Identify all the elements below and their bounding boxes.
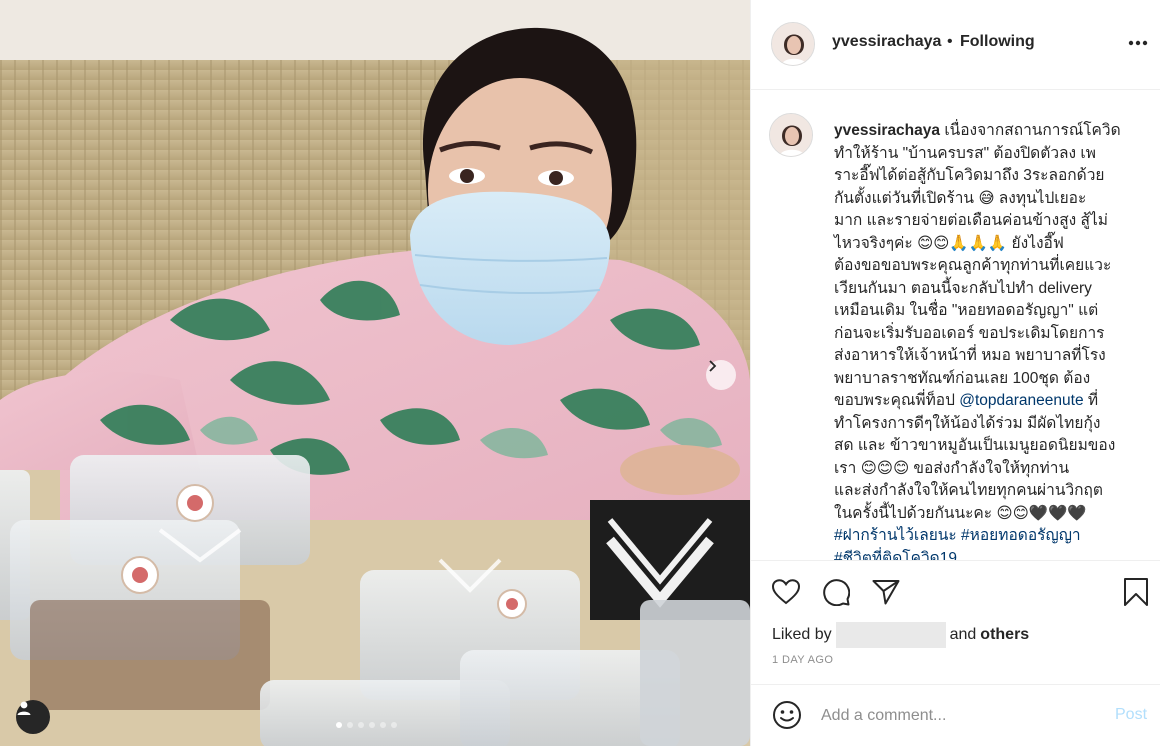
post-username[interactable]: yvessirachaya <box>832 33 941 51</box>
caption-fragment: ที่ <box>1083 392 1099 409</box>
caption-line: เหมือนเดิม ในชื่อ "หอยทอดอรัญญา" แต่ <box>834 302 1099 319</box>
hashtag-link[interactable]: #ชีวิตที่ติดโควิด19 <box>834 550 957 561</box>
carousel-dot <box>347 722 353 728</box>
caption-username[interactable]: yvessirachaya <box>834 122 940 139</box>
caption-line: เรา 😊😊😊 ขอส่งกำลังใจให้ทุกท่าน <box>834 459 1070 477</box>
caption-line: และส่งกำลังใจให้คนไทยทุกคนผ่านวิกฤต <box>834 482 1103 499</box>
carousel-dot <box>369 722 375 728</box>
caption-line: ก่อนจะเริ่มรับออเดอร์ ขอประเดิมโดยการ <box>834 324 1105 342</box>
emoji-button[interactable] <box>771 699 803 731</box>
post-photo[interactable] <box>0 0 750 746</box>
caption-fragment: ขอบพระคุณพี่ท็อป <box>834 392 960 409</box>
action-bar <box>751 575 1160 611</box>
liker-name-redacted[interactable] <box>835 622 946 648</box>
caption-line: #ชีวิตที่ติดโควิด19 <box>834 548 1134 561</box>
comment-icon <box>823 579 850 606</box>
post-timestamp[interactable]: 1 DAY AGO <box>772 654 833 666</box>
caption-line: ต้องขอขอบพระคุณลูกค้าทุกท่านที่เคยแวะ <box>834 257 1112 274</box>
carousel-dot <box>391 722 397 728</box>
post-sidebar: yvessirachaya • Following yvessirachaya … <box>750 0 1160 746</box>
caption-line: ไหวจริงๆค่ะ 😊😊🙏🙏🙏 ยังไงอี๊ฟ <box>834 234 1064 252</box>
comment-bar: Post <box>751 684 1160 746</box>
profile-photo <box>770 114 812 156</box>
tagged-users-button[interactable] <box>16 700 50 734</box>
comment-button[interactable] <box>819 575 853 609</box>
separator-dot: • <box>947 33 953 50</box>
hashtag-link[interactable]: #ฝากร้านไว้เลยนะ <box>834 527 957 544</box>
caption-line: มาก และรายจ่ายต่อเดือนค่อนข้างสูง สู้ไม่ <box>834 212 1108 229</box>
caption-line: ในครั้งนี้ไปด้วยกันนะคะ 😊😊🖤🖤🖤 <box>834 504 1087 522</box>
heart-icon <box>772 579 800 605</box>
post-image <box>0 0 750 746</box>
caption-line: พยาบาลราชทัณฑ์ก่อนเลย 100ชุด ต้อง <box>834 369 1091 387</box>
carousel-dot <box>358 722 364 728</box>
more-options-button[interactable] <box>1126 31 1150 55</box>
caption-section: yvessirachaya เนื่องจากสถานการณ์โควิด ทำ… <box>751 91 1160 561</box>
bookmark-icon <box>1124 578 1148 606</box>
caption-line: ส่งอาหารให้เจ้าหน้าที่ หมอ พยาบาลที่โรง <box>834 347 1106 364</box>
likes-summary: Liked by and others <box>772 622 1029 648</box>
caption-line: ราะอี๊ฟได้ต่อสู้กับโควิดมาถึง 3ระลอกด้วย <box>834 167 1105 184</box>
others-link[interactable]: others <box>980 626 1029 644</box>
caption-fragment: เนื่องจากสถานการณ์โควิด <box>940 122 1121 139</box>
following-button[interactable]: Following <box>960 33 1035 51</box>
avatar[interactable] <box>771 22 815 66</box>
user-icon <box>17 701 31 715</box>
comment-input[interactable] <box>821 703 1101 729</box>
share-icon <box>872 580 900 605</box>
caption-line: #ฝากร้านไว้เลยนะ #หอยทอดอรัญญา <box>834 525 1134 548</box>
profile-photo <box>772 23 814 65</box>
and-label: and <box>949 626 977 643</box>
carousel-dot <box>380 722 386 728</box>
caption-line: กันตั้งแต่วันที่เปิดร้าน 😅 ลงทุนไปเยอะ <box>834 189 1087 207</box>
chevron-right-icon <box>709 360 717 372</box>
like-button[interactable] <box>769 575 803 609</box>
carousel-dot <box>336 722 342 728</box>
share-button[interactable] <box>869 575 903 609</box>
carousel-dots <box>336 722 397 728</box>
caption-line: สด และ ข้าวขาหมูอันเป็นเมนูยอดนิยมของ <box>834 437 1116 454</box>
caption-text: yvessirachaya เนื่องจากสถานการณ์โควิด ทำ… <box>834 120 1134 561</box>
hashtag-link[interactable]: #หอยทอดอรัญญา <box>961 527 1081 544</box>
next-slide-button[interactable] <box>706 360 736 390</box>
emoji-icon <box>773 701 801 729</box>
caption-line: ทำให้ร้าน "บ้านครบรส" ต้องปิดตัวลง เพ <box>834 144 1096 162</box>
caption-avatar[interactable] <box>769 113 813 157</box>
more-horizontal-icon <box>1128 40 1148 46</box>
caption-line: ทำโครงการดีๆให้น้องได้ร่วม มีผัดไทยกุ้ง <box>834 414 1101 432</box>
save-button[interactable] <box>1119 575 1153 609</box>
mention-link[interactable]: @topdaraneenute <box>959 392 1083 409</box>
post-comment-button[interactable]: Post <box>1115 706 1147 724</box>
liked-by-label: Liked by <box>772 626 832 643</box>
caption-line: yvessirachaya เนื่องจากสถานการณ์โควิด <box>834 120 1134 143</box>
caption-line: ขอบพระคุณพี่ท็อป @topdaraneenute ที่ <box>834 390 1134 413</box>
caption-line: เวียนกันมา ตอนนี้จะกลับไปทำ delivery <box>834 279 1092 297</box>
post-header: yvessirachaya • Following <box>751 0 1160 90</box>
